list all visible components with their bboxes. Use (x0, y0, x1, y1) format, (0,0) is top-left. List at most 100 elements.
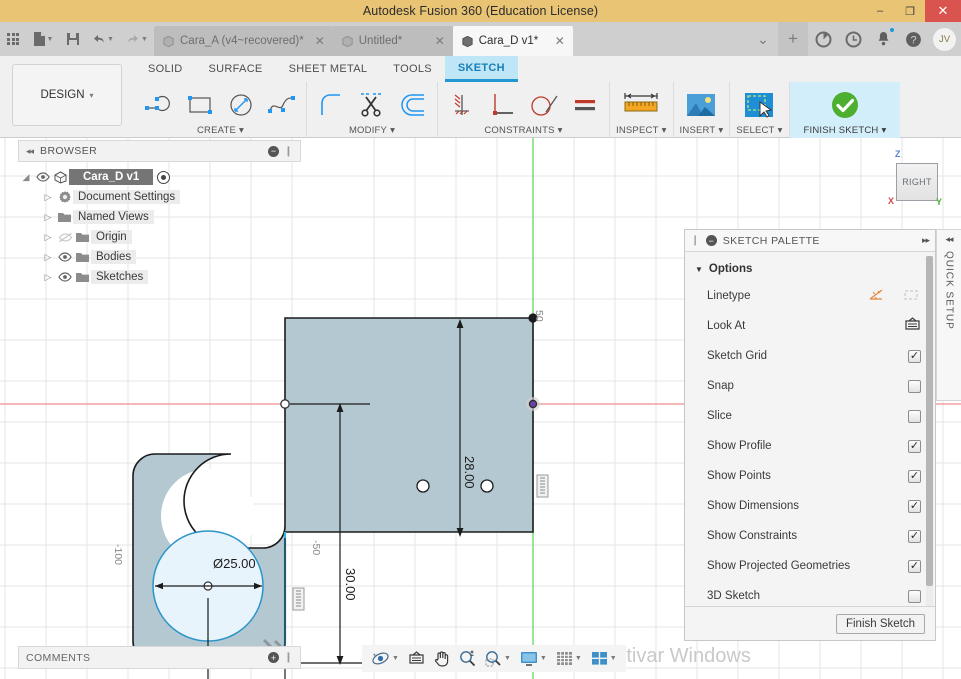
minimize-icon[interactable]: − (705, 235, 717, 246)
tab-sheet-metal[interactable]: SHEET METAL (276, 56, 381, 82)
visibility-eye-icon[interactable] (56, 272, 74, 282)
save-icon[interactable] (60, 22, 86, 56)
zoom-window-icon[interactable]: ▼ (482, 650, 514, 667)
chevron-down-icon[interactable]: ▼ (392, 655, 399, 662)
tree-node-document-settings[interactable]: ▷ Document Settings (18, 187, 181, 207)
panel-finish-sketch[interactable]: FINISH SKETCH ▾ (789, 82, 901, 138)
zoom-icon[interactable] (456, 650, 479, 667)
app-grid-icon[interactable] (0, 22, 26, 56)
visibility-eye-icon[interactable] (56, 252, 74, 262)
look-at-icon[interactable] (405, 651, 428, 666)
grid-snaps-icon[interactable]: ▼ (553, 651, 585, 666)
equal-constraint-icon[interactable] (567, 88, 603, 122)
perpendicular-constraint-icon[interactable] (485, 88, 521, 122)
insert-image-icon[interactable] (682, 88, 720, 122)
close-button[interactable]: ✕ (925, 0, 961, 22)
expand-icon[interactable]: ▸▸ (922, 235, 930, 246)
expand-twisty-icon[interactable]: ▷ (40, 252, 56, 263)
maximize-button[interactable]: ❐ (895, 0, 925, 22)
document-tab-0[interactable]: Cara_A (v4~recovered)* ✕ (154, 26, 333, 56)
help-icon[interactable]: ? (898, 22, 928, 56)
avatar[interactable]: JV (933, 27, 956, 51)
browser-header[interactable]: ◂◂ BROWSER − ❙ (18, 140, 301, 162)
tree-node-cara-d[interactable]: ◢ Cara_D v1 (18, 167, 180, 187)
recent-clock-icon[interactable] (838, 22, 868, 56)
rectangle-icon[interactable] (182, 88, 218, 122)
offset-icon[interactable] (395, 88, 431, 122)
activate-component-radio[interactable] (157, 170, 171, 184)
diameter-dimension[interactable]: Ø25.00 (213, 556, 256, 571)
fillet-icon[interactable] (313, 88, 349, 122)
tree-node-named-views[interactable]: ▷ Named Views (18, 207, 180, 227)
select-cursor-icon[interactable] (740, 88, 778, 122)
expand-twisty-icon[interactable]: ▷ (40, 212, 56, 223)
expand-twisty-icon[interactable]: ▷ (40, 272, 56, 283)
resize-grip[interactable]: ❙ (284, 146, 293, 157)
sketch-palette-header[interactable]: ❙ − SKETCH PALETTE ▸▸ (685, 230, 935, 252)
workspace-selector[interactable]: DESIGN ▾ (12, 64, 122, 126)
pan-hand-icon[interactable] (431, 650, 453, 667)
show-constraints-checkbox[interactable]: ✓ (908, 529, 921, 543)
collapse-icon[interactable]: ◂◂ (26, 146, 34, 157)
sketch-grid-checkbox[interactable]: ✓ (908, 349, 921, 363)
chevron-down-icon[interactable]: ▼ (610, 655, 617, 662)
tab-tools[interactable]: TOOLS (380, 56, 445, 82)
document-tab-2[interactable]: Cara_D v1* ✕ (452, 26, 573, 56)
finish-sketch-button[interactable]: Finish Sketch (835, 613, 925, 634)
resize-grip[interactable]: ❙ (284, 652, 293, 663)
quick-setup-rail[interactable]: ◂◂ QUICK SETUP (936, 229, 961, 401)
notifications-bell-icon[interactable] (868, 22, 898, 56)
slice-checkbox[interactable] (908, 409, 921, 423)
three-d-sketch-checkbox[interactable] (908, 589, 921, 603)
height-dimension-30[interactable]: 30.00 (343, 568, 358, 601)
display-settings-icon[interactable]: ▼ (517, 651, 550, 667)
chevron-down-icon[interactable]: ▼ (540, 655, 547, 662)
height-dimension-28[interactable]: 28.00 (462, 456, 477, 489)
expand-twisty-icon[interactable]: ▷ (40, 232, 56, 243)
show-projected-geometries-checkbox[interactable]: ✓ (908, 559, 921, 573)
circle-diameter-icon[interactable] (223, 88, 259, 122)
trim-scissors-icon[interactable] (354, 88, 390, 122)
look-at-icon[interactable] (904, 317, 921, 335)
panel-create-label[interactable]: CREATE ▾ (197, 125, 244, 136)
panel-insert-label[interactable]: INSERT ▾ (680, 125, 724, 136)
show-profile-checkbox[interactable]: ✓ (908, 439, 921, 453)
palette-scrollbar[interactable] (926, 256, 933, 606)
view-cube[interactable]: RIGHT (896, 163, 938, 201)
new-file-icon[interactable]: ▼ (26, 22, 60, 56)
close-icon[interactable]: ✕ (309, 34, 325, 48)
tree-node-bodies[interactable]: ▷ Bodies (18, 247, 180, 267)
comments-panel[interactable]: COMMENTS + ❙ (18, 646, 301, 669)
close-icon[interactable]: ✕ (429, 34, 445, 48)
tangent-constraint-icon[interactable] (526, 88, 562, 122)
panel-constraints-label[interactable]: CONSTRAINTS ▾ (484, 125, 562, 136)
spline-icon[interactable] (264, 88, 300, 122)
visibility-eye-off-icon[interactable] (56, 232, 74, 243)
add-comment-button[interactable]: + (268, 652, 280, 663)
centerline-icon[interactable] (903, 288, 921, 305)
show-points-checkbox[interactable]: ✓ (908, 469, 921, 483)
resize-grip[interactable]: ❙ (691, 235, 700, 246)
collapse-icon[interactable]: ◂◂ (945, 234, 953, 245)
tree-node-origin[interactable]: ▷ Origin (18, 227, 180, 247)
job-status-icon[interactable] (808, 22, 838, 56)
finish-sketch-check-icon[interactable] (827, 88, 863, 122)
panel-finish-sketch-label[interactable]: FINISH SKETCH ▾ (804, 125, 887, 136)
tab-solid[interactable]: SOLID (135, 56, 196, 82)
measure-ruler-icon[interactable] (619, 88, 663, 122)
chevron-down-icon[interactable]: ▼ (575, 655, 582, 662)
fix-constraint-icon[interactable] (444, 88, 480, 122)
options-section-header[interactable]: ▼ Options (685, 260, 935, 281)
tree-node-sketches[interactable]: ▷ Sketches (18, 267, 180, 287)
chevron-down-icon[interactable]: ▼ (504, 655, 511, 662)
panel-modify-label[interactable]: MODIFY ▾ (349, 125, 395, 136)
add-tab-button[interactable]: + (778, 22, 808, 56)
redo-icon[interactable]: ▼ (120, 22, 154, 56)
minimize-button[interactable]: – (865, 0, 895, 22)
expand-twisty-icon[interactable]: ◢ (18, 172, 34, 183)
show-dimensions-checkbox[interactable]: ✓ (908, 499, 921, 513)
undo-icon[interactable]: ▼ (86, 22, 120, 56)
close-icon[interactable]: ✕ (549, 34, 565, 48)
document-tab-1[interactable]: Untitled* ✕ (332, 26, 453, 56)
tab-overflow-dropdown[interactable]: ⌄ (748, 22, 778, 56)
